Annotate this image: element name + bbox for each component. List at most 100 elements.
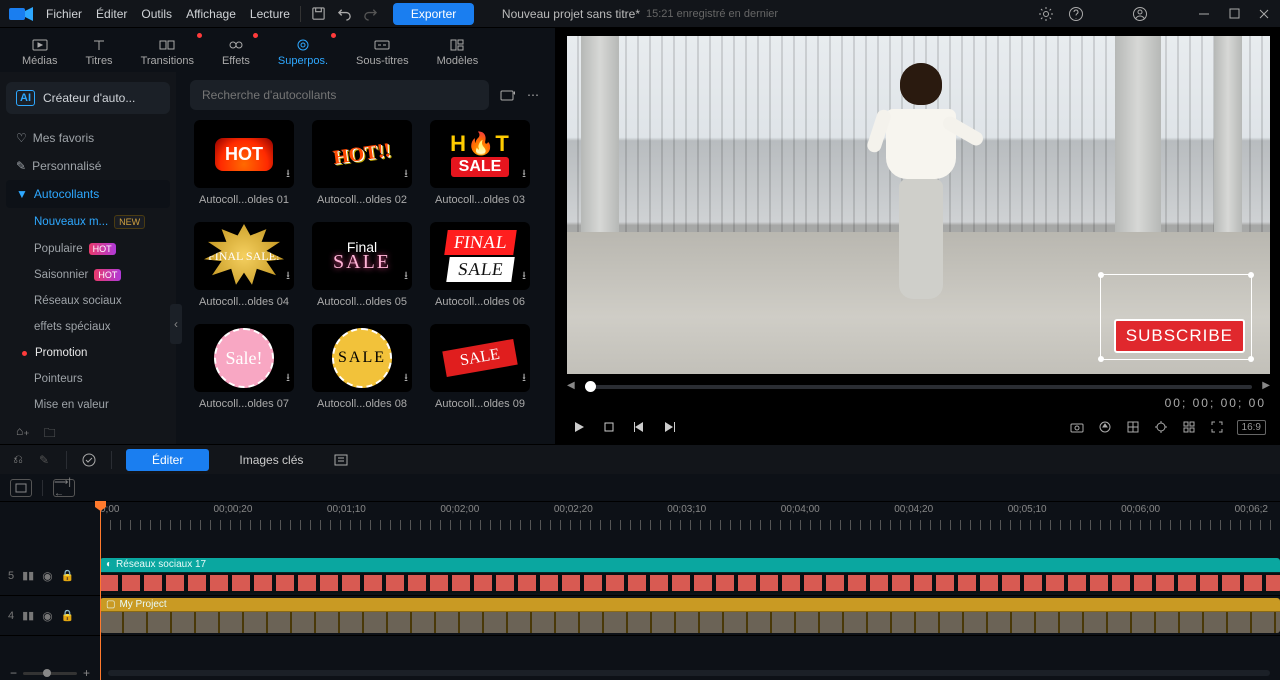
sidebar-item-social[interactable]: Réseaux sociaux [6,288,170,314]
cut-icon[interactable]: ⎌ [10,452,26,468]
brush-icon[interactable]: ✎ [36,452,52,468]
sticker-creator-button[interactable]: AI Créateur d'auto... [6,82,170,114]
minimize-icon[interactable] [1196,6,1212,22]
visibility-icon[interactable]: ◉ [42,569,52,583]
scrub-right-icon[interactable]: ▶ [1262,380,1270,391]
sticker-card[interactable]: Sale!⭳Autocoll...oldes 07 [190,324,298,410]
sticker-card[interactable]: HOT⭳Autocoll...oldes 01 [190,120,298,206]
scrub-knob[interactable] [585,381,596,392]
account-icon[interactable] [1132,6,1148,22]
selection-box[interactable]: SUBSCRIBE [1100,274,1252,360]
sticker-card[interactable]: FinalSALE⭳Autocoll...oldes 05 [308,222,416,308]
tab-titles[interactable]: Titres [73,33,124,71]
tab-overlays[interactable]: Superpos. [266,33,340,71]
properties-icon[interactable] [333,452,349,468]
sidebar-item-popular[interactable]: PopulaireHOT [6,236,170,262]
tab-transitions[interactable]: Transitions [129,33,206,71]
quality-icon[interactable] [1097,419,1113,435]
folder-icon[interactable]: 🗀 [44,424,56,444]
sidebar-favorites[interactable]: ♡ Mes favoris [6,124,170,152]
help-icon[interactable] [1068,6,1084,22]
clip-video[interactable]: ▢My Project [100,598,1280,633]
sidebar-item-seasonal[interactable]: SaisonnierHOT [6,262,170,288]
sticker-card[interactable]: SALE⭳Autocoll...oldes 08 [308,324,416,410]
playhead[interactable] [100,502,101,680]
tab-effects[interactable]: Effets [210,33,262,71]
snapshot-icon[interactable] [1069,419,1085,435]
settings-icon[interactable] [1038,6,1054,22]
menu-view[interactable]: Affichage [186,7,236,21]
sidebar-item-highlight[interactable]: Mise en valeur [6,392,170,418]
visibility-icon[interactable]: ◉ [42,609,52,623]
play-icon[interactable] [571,419,587,435]
download-icon[interactable]: ⭳ [404,267,408,286]
sticker-card[interactable]: HOT!!⭳Autocoll...oldes 02 [308,120,416,206]
zoom-control[interactable]: − + [10,666,90,680]
download-icon[interactable]: ⭳ [522,267,526,286]
sticker-card[interactable]: SALE⭳Autocoll...oldes 09 [426,324,534,410]
menu-tools[interactable]: Outils [141,7,172,21]
download-icon[interactable]: ⭳ [404,369,408,388]
export-button[interactable]: Exporter [393,3,474,25]
maximize-icon[interactable] [1226,6,1242,22]
magnet-icon[interactable] [10,479,32,497]
tab-media[interactable]: Médias [10,33,69,71]
tab-templates[interactable]: Modèles [425,33,491,71]
more-icon[interactable]: ⋯ [525,87,541,103]
collapse-sidebar-icon[interactable]: ‹ [170,304,182,344]
lock-icon[interactable]: 🔒 [61,569,75,582]
close-icon[interactable] [1256,6,1272,22]
sidebar-custom[interactable]: ✎ Personnalisé [6,152,170,180]
marker-icon[interactable] [81,452,97,468]
stop-icon[interactable] [601,419,617,435]
edit-button[interactable]: Éditer [126,449,209,471]
fullscreen-icon[interactable] [1209,419,1225,435]
download-icon[interactable]: ⭳ [522,165,526,184]
zoom-in-icon[interactable]: + [83,666,90,680]
sticker-card[interactable]: FINAL SALE!⭳Autocoll...oldes 04 [190,222,298,308]
focus-icon[interactable] [1153,419,1169,435]
tab-subtitles[interactable]: Sous-titres [344,33,421,71]
menu-playback[interactable]: Lecture [250,7,290,21]
asset-tabs: Médias Titres Transitions Effets Superpo… [0,28,555,72]
video-viewport[interactable]: SUBSCRIBE [567,36,1270,374]
sticker-card[interactable]: H🔥TSALE⭳Autocoll...oldes 03 [426,120,534,206]
clip-sticker[interactable]: ◐Réseaux sociaux 17 [100,558,1280,593]
sidebar-stickers-section[interactable]: ▼ Autocollants [6,180,170,208]
download-icon[interactable]: ⭳ [286,165,290,184]
download-icon[interactable]: ⭳ [404,165,408,184]
ruler-label: 00;04;00 [781,504,820,515]
sidebar-item-fx[interactable]: effets spéciaux [6,314,170,340]
guides-icon[interactable] [1125,419,1141,435]
zoom-out-icon[interactable]: − [10,666,17,680]
menu-file[interactable]: Fichier [46,7,82,21]
preview-scrub[interactable]: ◀ ▶ [585,378,1252,396]
menu-edit[interactable]: Éditer [96,7,127,21]
keyframes-link[interactable]: Images clés [239,453,303,467]
aspect-ratio-badge[interactable]: 16:9 [1237,420,1266,435]
camera-icon[interactable]: ▮▮ [22,569,34,582]
redo-icon[interactable] [363,6,379,22]
ruler[interactable]: 0;0000;00;2000;01;1000;02;0000;02;2000;0… [0,502,1280,530]
sticker-card[interactable]: FINALSALE⭳Autocoll...oldes 06 [426,222,534,308]
grid-icon[interactable] [1181,419,1197,435]
download-icon[interactable]: ⭳ [286,267,290,286]
sidebar-item-pointers[interactable]: Pointeurs [6,366,170,392]
save-icon[interactable] [311,6,327,22]
camera-icon[interactable]: ▮▮ [22,609,34,622]
sidebar-item-promotion[interactable]: Promotion [6,340,170,366]
subscribe-sticker[interactable]: SUBSCRIBE [1114,319,1245,353]
download-icon[interactable]: ⭳ [286,369,290,388]
undo-icon[interactable] [337,6,353,22]
search-input[interactable] [190,80,489,110]
link-icon[interactable]: ⟶|← [53,479,75,497]
hscrollbar[interactable] [108,670,1270,676]
prev-frame-icon[interactable] [631,419,647,435]
lock-icon[interactable]: 🔒 [61,609,75,622]
scrub-left-icon[interactable]: ◀ [567,380,575,391]
folder-add-icon[interactable] [499,87,515,103]
sidebar-item-new[interactable]: Nouveaux m...NEW [6,208,170,236]
next-frame-icon[interactable] [661,419,677,435]
tag-icon[interactable]: ⌂₊ [16,424,30,444]
download-icon[interactable]: ⭳ [522,369,526,388]
